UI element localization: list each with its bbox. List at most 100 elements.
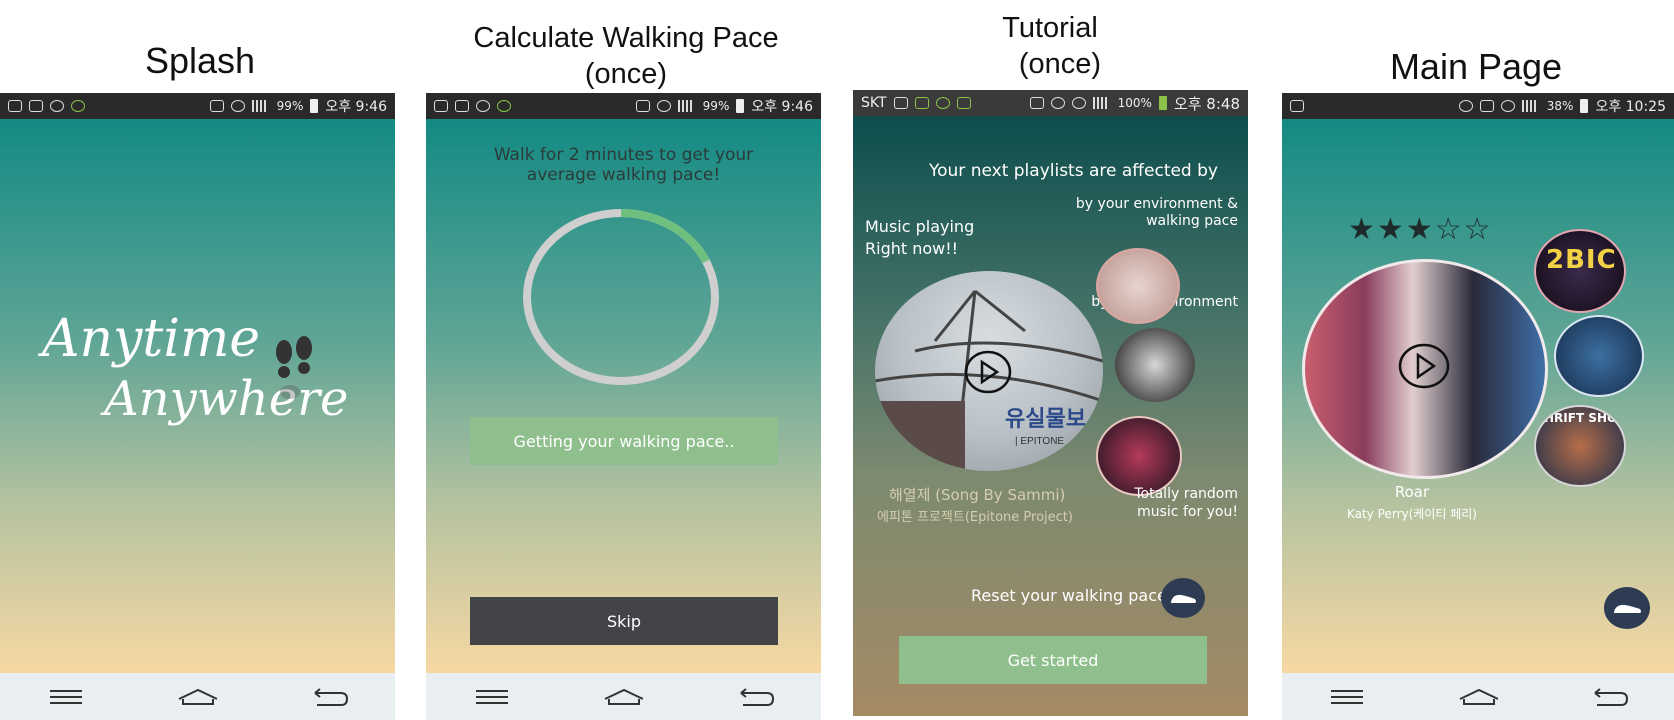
battery-percent: 38% [1546, 99, 1574, 113]
main-screen: 38% 오후 10:25 ★ ★ ★ ☆ ☆ 2BIC HRIFT SHO Roar K… [1282, 93, 1674, 720]
star-filled-icon[interactable]: ★ [1406, 215, 1433, 245]
mute-icon [1479, 100, 1494, 112]
play-icon[interactable] [963, 349, 1013, 395]
home-button[interactable] [1458, 685, 1498, 709]
back-icon [1594, 687, 1628, 706]
recommend-album-1[interactable]: 2BIC [1534, 229, 1626, 313]
album-title: 2BIC [1546, 245, 1617, 275]
album-sub: | EPITONE [1015, 436, 1065, 447]
back-button[interactable] [309, 685, 349, 709]
home-icon [1459, 688, 1498, 705]
signal-icon [677, 100, 696, 112]
alarm-icon [230, 100, 245, 112]
menu-icon [475, 689, 508, 704]
song-artist: Katy Perry(케이티 페리) [1347, 507, 1477, 521]
walking-pace-status-button[interactable]: Getting your walking pace.. [470, 417, 778, 465]
home-button[interactable] [603, 685, 644, 709]
caption-calc-title: Calculate Walking Pace [473, 22, 779, 54]
back-button[interactable] [1589, 685, 1629, 709]
uplus-icon [8, 100, 22, 112]
album-title: HRIFT SHO [1544, 411, 1618, 425]
play-icon[interactable] [1397, 342, 1451, 390]
home-icon [179, 688, 218, 705]
battery-icon [736, 99, 745, 113]
splash-title-line1: Anytime [42, 309, 261, 369]
calc-screen: 99% 오후 9:46 Walk for 2 minutes to get yo… [426, 93, 821, 720]
clock: 오후 9:46 [325, 99, 387, 115]
rating-stars[interactable]: ★ ★ ★ ☆ ☆ [1348, 215, 1491, 245]
chat-icon [50, 100, 64, 112]
shoe-icon [1614, 604, 1641, 613]
uplus-icon [434, 100, 448, 112]
android-icon [956, 97, 971, 109]
recommend-album-3[interactable]: HRIFT SHO [1534, 405, 1626, 487]
main-background: ★ ★ ★ ☆ ☆ 2BIC HRIFT SHO Roar Katy Perry(케이티… [1282, 119, 1674, 673]
wifi-icon [1071, 97, 1086, 109]
star-filled-icon[interactable]: ★ [1348, 215, 1375, 245]
now-playing-label: Music playing Right now!! [865, 217, 975, 259]
env-pace-label: by your environment & walking pace [1075, 196, 1238, 229]
tutorial-screen: SKT 100% 오후 8:48 Your next playlists are… [853, 90, 1248, 716]
menu-button[interactable] [46, 685, 86, 709]
signal-icon [251, 100, 270, 112]
tutorial-heading: Your next playlists are affected by [929, 161, 1218, 181]
signal-icon [1092, 97, 1111, 109]
song-title: 해열제 (Song By Sammi) [889, 486, 1066, 504]
album-text: 유실물보 [1005, 407, 1086, 432]
caption-calc-sub: (once) [584, 58, 668, 91]
recommend-album-3[interactable] [1096, 416, 1182, 496]
nav-bar [1282, 673, 1674, 720]
back-icon [740, 687, 775, 706]
nav-bar [0, 673, 395, 720]
badge-icon [935, 97, 950, 109]
star-empty-icon[interactable]: ☆ [1435, 215, 1462, 245]
uplus-icon [1290, 100, 1304, 112]
menu-button[interactable] [472, 685, 512, 709]
clock: 오후 10:25 [1595, 99, 1666, 115]
vibrate-icon [1029, 97, 1044, 109]
back-icon [314, 687, 349, 706]
carrier: SKT [861, 95, 887, 111]
caption-splash: Splash [144, 40, 256, 81]
alarm-icon [1500, 100, 1515, 112]
progress-arc [620, 209, 710, 264]
progress-ring [523, 209, 719, 385]
star-empty-icon[interactable]: ☆ [1464, 215, 1491, 245]
chat-icon [476, 100, 490, 112]
star-filled-icon[interactable]: ★ [1377, 215, 1404, 245]
battery-percent: 100% [1117, 96, 1152, 110]
image-icon [29, 100, 43, 112]
android-icon [497, 100, 511, 112]
caption-main: Main Page [1389, 46, 1563, 87]
reset-pace-button[interactable] [1161, 578, 1205, 618]
clock: 오후 9:46 [751, 99, 813, 115]
alarm-icon [1050, 97, 1065, 109]
status-bar: 38% 오후 10:25 [1282, 93, 1674, 119]
reset-pace-button[interactable] [1604, 587, 1650, 629]
recommend-album-1[interactable] [1096, 248, 1180, 324]
calc-background: Walk for 2 minutes to get your average w… [426, 119, 821, 673]
back-button[interactable] [735, 685, 775, 709]
song-title: Roar [1394, 483, 1430, 501]
skip-button[interactable]: Skip [470, 597, 778, 645]
calc-instruction: Walk for 2 minutes to get your average w… [493, 145, 754, 186]
recommend-album-2[interactable] [1554, 315, 1644, 397]
caption-calc: Calculate Walking Pace (once) [426, 20, 826, 93]
status-bar: SKT 100% 오후 8:48 [853, 90, 1248, 116]
menu-button[interactable] [1327, 685, 1367, 709]
get-started-button[interactable]: Get started [899, 636, 1207, 684]
nav-bar [426, 673, 821, 720]
battery-icon [310, 99, 319, 113]
menu-icon [49, 689, 82, 704]
battery-percent: 99% [276, 99, 304, 113]
song-artist: 에피톤 프로젝트(Epitone Project) [877, 510, 1073, 525]
now-playing-album[interactable] [1302, 259, 1548, 479]
recommend-album-2[interactable] [1115, 328, 1195, 402]
usb-icon [893, 97, 908, 109]
alarm-icon [656, 100, 671, 112]
mute-icon [209, 100, 224, 112]
footprints-icon [276, 336, 312, 399]
now-playing-album[interactable]: 유실물보 | EPITONE [875, 271, 1103, 471]
menu-icon [1331, 689, 1364, 704]
home-button[interactable] [177, 685, 218, 709]
